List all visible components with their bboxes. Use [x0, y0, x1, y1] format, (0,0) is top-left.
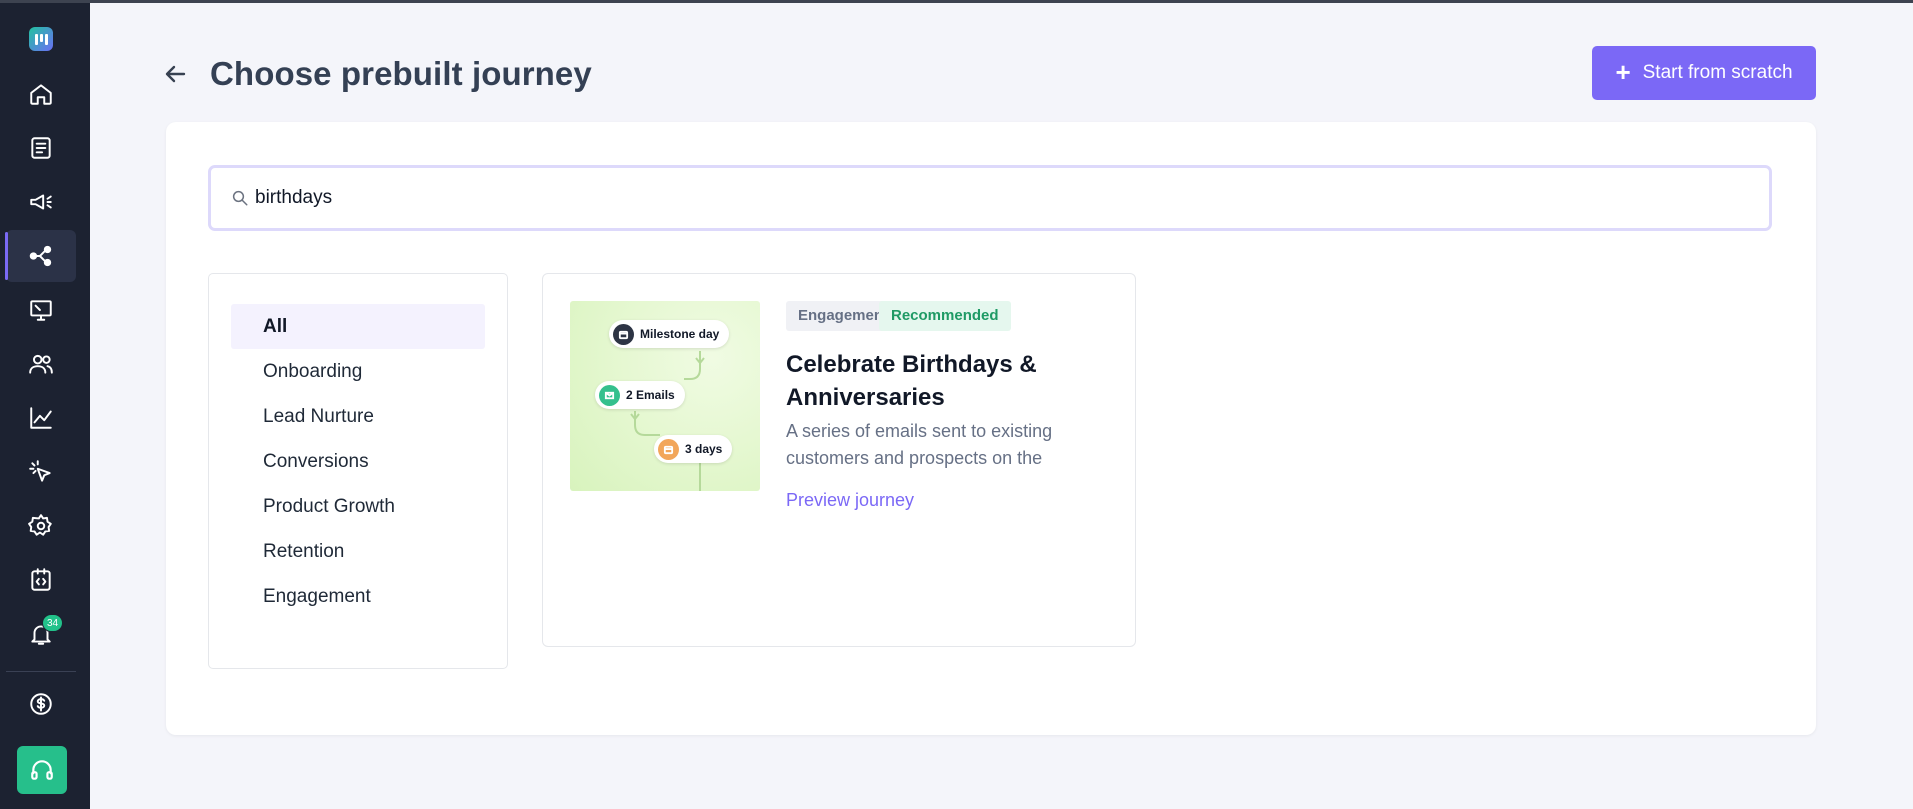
step-milestone-label: Milestone day: [640, 327, 720, 341]
category-lead-nurture[interactable]: Lead Nurture: [231, 394, 485, 439]
step-emails-label: 2 Emails: [626, 388, 675, 402]
journey-card[interactable]: Milestone day 2 Emails 3 days Engagement…: [542, 273, 1136, 647]
journey-description: A series of emails sent to existing cust…: [786, 421, 1053, 468]
sidebar-item-billing[interactable]: [6, 678, 76, 730]
step-delay-label: 3 days: [685, 442, 723, 456]
step-emails-pill: 2 Emails: [595, 381, 685, 409]
sidebar: 34: [0, 0, 90, 809]
journey-thumbnail: Milestone day 2 Emails 3 days: [570, 301, 760, 491]
sidebar-item-web-screens[interactable]: [6, 284, 76, 336]
preview-journey-link[interactable]: Preview journey: [786, 490, 914, 511]
arrow-left-icon: [165, 65, 186, 83]
support-button[interactable]: [17, 746, 67, 794]
category-engagement[interactable]: Engagement: [231, 574, 485, 619]
search-box[interactable]: [208, 165, 1772, 231]
headset-icon: [31, 760, 53, 780]
settings-icon: [28, 514, 52, 536]
category-onboarding[interactable]: Onboarding: [231, 349, 485, 394]
start-from-scratch-button[interactable]: + Start from scratch: [1592, 46, 1816, 100]
analytics-icon: [30, 407, 52, 429]
notification-count-badge: 34: [42, 614, 64, 632]
web-screens-icon: [30, 300, 52, 321]
tracking-icon: [29, 460, 51, 482]
app-logo[interactable]: [29, 27, 53, 51]
category-all[interactable]: All: [231, 304, 485, 349]
tag-recommended: Recommended: [879, 301, 1011, 331]
plus-icon: +: [1615, 57, 1631, 87]
calendar-icon: [613, 323, 634, 345]
sidebar-item-forms[interactable]: [6, 122, 76, 174]
page-title: Choose prebuilt journey: [210, 55, 592, 92]
billing-icon: [30, 693, 52, 715]
sidebar-item-settings[interactable]: [6, 500, 76, 552]
category-filter: All Onboarding Lead Nurture Conversions …: [208, 273, 508, 669]
delay-icon: [658, 438, 679, 460]
start-from-scratch-label: Start from scratch: [1642, 62, 1793, 83]
home-icon: [30, 84, 52, 105]
sidebar-divider: [6, 671, 76, 672]
sidebar-item-tracking[interactable]: [6, 446, 76, 498]
search-input[interactable]: [255, 187, 1655, 209]
sidebar-item-journeys[interactable]: [5, 230, 76, 282]
campaigns-icon: [30, 194, 52, 210]
step-milestone-pill: Milestone day: [609, 320, 730, 348]
journey-title: Celebrate Birthdays & Anniversaries: [786, 351, 1037, 411]
step-delay-pill: 3 days: [654, 435, 733, 463]
category-retention[interactable]: Retention: [231, 529, 485, 574]
contacts-icon: [29, 354, 53, 374]
top-border: [0, 0, 1913, 3]
sidebar-item-notifications[interactable]: [6, 608, 76, 660]
journeys-icon: [29, 245, 52, 267]
email-icon: [599, 384, 620, 406]
integrations-icon: [31, 568, 51, 591]
back-button[interactable]: [160, 58, 192, 90]
sidebar-item-contacts[interactable]: [6, 338, 76, 390]
sidebar-item-home[interactable]: [6, 68, 76, 120]
sidebar-item-analytics[interactable]: [6, 392, 76, 444]
sidebar-item-campaigns[interactable]: [6, 176, 76, 228]
category-product-growth[interactable]: Product Growth: [231, 484, 485, 529]
forms-icon: [31, 137, 51, 159]
category-conversions[interactable]: Conversions: [231, 439, 485, 484]
sidebar-item-integrations[interactable]: [6, 554, 76, 606]
journey-panel: All Onboarding Lead Nurture Conversions …: [166, 122, 1816, 735]
search-icon: [232, 190, 248, 206]
